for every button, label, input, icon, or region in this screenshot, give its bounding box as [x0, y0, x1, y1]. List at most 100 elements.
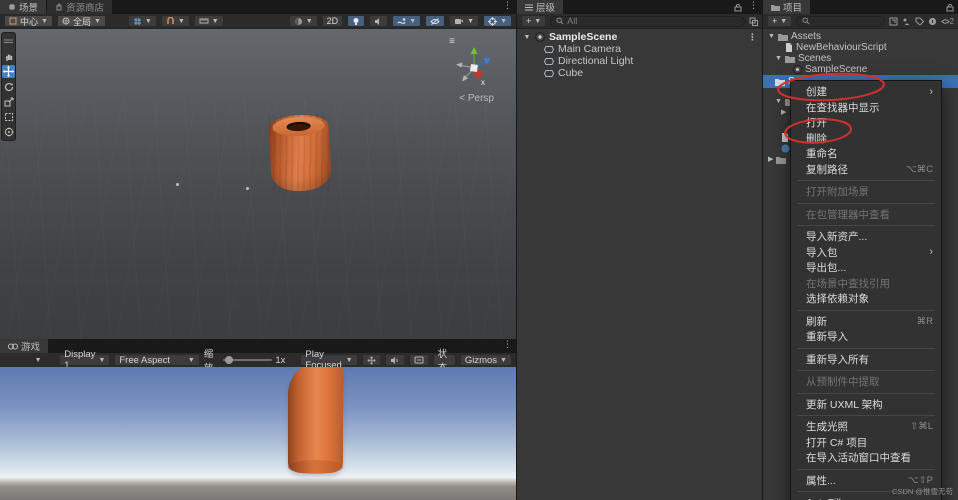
- game-toolbar: ▼ Display 1▼ Free Aspect▼ 缩放 1x Play Foc…: [0, 353, 516, 368]
- tool-handle-pivot-dropdown[interactable]: 中心▼: [4, 15, 53, 27]
- project-add-button[interactable]: +▼: [767, 15, 792, 27]
- watermark: CSDN @惟雪无苟: [892, 486, 953, 497]
- speaker-icon: [390, 356, 400, 365]
- search-icon: [556, 17, 564, 25]
- game-gizmos-dropdown[interactable]: Gizmos▼: [460, 354, 512, 366]
- menu-item-reimport[interactable]: 重新导入: [791, 329, 941, 345]
- crosshair-icon: [488, 17, 497, 26]
- grid-visibility-dropdown[interactable]: ▼: [128, 15, 157, 27]
- menu-item-import-new-asset[interactable]: 导入新资产...: [791, 229, 941, 245]
- effects-dropdown[interactable]: ▼: [392, 15, 421, 27]
- menu-item-export-package[interactable]: 导出包...: [791, 260, 941, 276]
- snap-settings-dropdown[interactable]: ▼: [161, 15, 190, 27]
- game-viewport[interactable]: [0, 367, 516, 500]
- menu-item-open-csharp-project[interactable]: 打开 C# 项目: [791, 435, 941, 451]
- unity-scene-icon: [793, 65, 802, 74]
- hierarchy-item-cube[interactable]: Cube: [517, 67, 762, 79]
- menu-item-reimport-all[interactable]: 重新导入所有: [791, 352, 941, 368]
- 2d-toggle[interactable]: 2D: [322, 15, 344, 27]
- audio-toggle[interactable]: [369, 15, 388, 27]
- tab-hierarchy[interactable]: 层级: [517, 0, 564, 14]
- scene-orientation-gizmo[interactable]: x: [450, 43, 498, 91]
- hierarchy-item-camera[interactable]: Main Camera: [517, 43, 762, 55]
- file-icon: [781, 133, 789, 142]
- aspect-dropdown[interactable]: Free Aspect▼: [114, 354, 199, 366]
- speaker-icon: [374, 17, 383, 26]
- monitor-icon: [414, 356, 424, 364]
- cylinder-object-scene[interactable]: [268, 113, 332, 192]
- cylinder-object-game: [288, 367, 343, 473]
- menu-separator: [797, 415, 935, 416]
- hierarchy-item-light[interactable]: Directional Light: [517, 55, 762, 67]
- search-label-icon[interactable]: [915, 17, 924, 26]
- hierarchy-search-input[interactable]: All: [550, 16, 745, 27]
- unity-editor-window: 场景 资源商店 ⋮ 中心▼ 全局▼ ▼ ▼: [0, 0, 958, 500]
- display-dropdown[interactable]: Display 1▼: [59, 354, 110, 366]
- project-item-scenes[interactable]: ▼ Scenes: [763, 53, 958, 64]
- menu-item-generate-lighting[interactable]: 生成光照⇧⌘L: [791, 419, 941, 435]
- menu-item-update-uxml-schema[interactable]: 更新 UXML 架构: [791, 397, 941, 413]
- game-view-dropdown[interactable]: ▼: [35, 357, 42, 364]
- scale-tool-button[interactable]: [2, 95, 15, 108]
- scene-gizmos-dropdown[interactable]: ▼: [483, 15, 512, 27]
- menu-item-create[interactable]: 创建›: [791, 84, 941, 100]
- grid-icon: [8, 3, 16, 11]
- mute-audio-button[interactable]: [385, 354, 405, 366]
- project-search-input[interactable]: [796, 16, 884, 27]
- hierarchy-add-button[interactable]: +▼: [521, 15, 546, 27]
- scene-menu-kebab-icon[interactable]: ⋮: [499, 0, 516, 14]
- vsync-button[interactable]: [409, 354, 429, 366]
- hierarchy-item-scene[interactable]: ▼ SampleScene ⋮: [517, 31, 762, 43]
- menu-item-open[interactable]: 打开: [791, 115, 941, 131]
- draw-mode-dropdown[interactable]: ▼: [289, 15, 318, 27]
- menu-item-refresh[interactable]: 刷新⌘R: [791, 314, 941, 330]
- play-focused-dropdown[interactable]: Play Focused▼: [300, 354, 357, 366]
- menu-item-import-package[interactable]: 导入包›: [791, 245, 941, 261]
- zoom-slider-knob[interactable]: [225, 356, 233, 364]
- tab-game[interactable]: 游戏: [0, 339, 49, 353]
- search-window-icon[interactable]: [889, 17, 898, 26]
- increment-snap-dropdown[interactable]: ▼: [194, 15, 224, 27]
- scene-row-kebab-icon[interactable]: ⋮: [748, 32, 762, 43]
- search-type-icon[interactable]: [902, 17, 911, 26]
- persp-label[interactable]: < Persp: [459, 93, 494, 104]
- menu-separator: [797, 180, 935, 181]
- menu-item-delete[interactable]: 删除: [791, 131, 941, 147]
- scene-visibility-toggle[interactable]: [425, 15, 445, 27]
- lighting-toggle[interactable]: [347, 15, 365, 27]
- tab-asset-store[interactable]: 资源商店: [47, 0, 113, 14]
- game-panel: 游戏 ⋮ ▼ Display 1▼ Free Aspect▼ 缩放 1x Pla…: [0, 339, 516, 500]
- menu-separator: [797, 310, 935, 311]
- menu-item-rename[interactable]: 重命名: [791, 146, 941, 162]
- pick-icon[interactable]: [749, 17, 758, 26]
- transform-tool-button[interactable]: [2, 125, 15, 138]
- toolbar-drag-handle[interactable]: [2, 35, 15, 48]
- scene-viewport[interactable]: ≡: [0, 29, 516, 339]
- menu-item-view-in-import-activity[interactable]: 在导入活动窗口中查看: [791, 450, 941, 466]
- camera-settings-dropdown[interactable]: ▼: [449, 15, 479, 27]
- hidden-count-icon[interactable]: 2: [941, 17, 954, 26]
- lock-icon[interactable]: [942, 0, 958, 14]
- tab-scene[interactable]: 场景: [0, 0, 47, 14]
- tab-project[interactable]: 项目: [763, 0, 811, 14]
- menu-item-select-dependencies[interactable]: 选择依赖对象: [791, 291, 941, 307]
- rotate-tool-button[interactable]: [2, 80, 15, 93]
- info-icon[interactable]: [928, 17, 937, 26]
- capture-button[interactable]: [362, 354, 381, 366]
- hierarchy-kebab-icon[interactable]: ⋮: [745, 0, 762, 14]
- hand-tool-button[interactable]: [2, 50, 15, 63]
- project-item-samplescene[interactable]: SampleScene: [763, 64, 958, 75]
- menu-separator: [797, 203, 935, 204]
- menu-item-show-in-finder[interactable]: 在查找器中显示: [791, 100, 941, 116]
- move-tool-button[interactable]: [2, 65, 15, 78]
- stats-button[interactable]: 状态: [433, 354, 456, 366]
- menu-item-copy-path[interactable]: 复制路径⌥⌘C: [791, 162, 941, 178]
- project-item-script[interactable]: NewBehaviourScript: [763, 42, 958, 53]
- game-menu-kebab-icon[interactable]: ⋮: [499, 339, 516, 353]
- scene-marker-dot: [246, 187, 249, 190]
- rect-tool-button[interactable]: [2, 110, 15, 123]
- folder-open-icon: [785, 55, 795, 63]
- project-item-assets[interactable]: ▼ Assets: [763, 31, 958, 42]
- tool-handle-rotation-dropdown[interactable]: 全局▼: [57, 15, 106, 27]
- lock-icon[interactable]: [731, 0, 745, 14]
